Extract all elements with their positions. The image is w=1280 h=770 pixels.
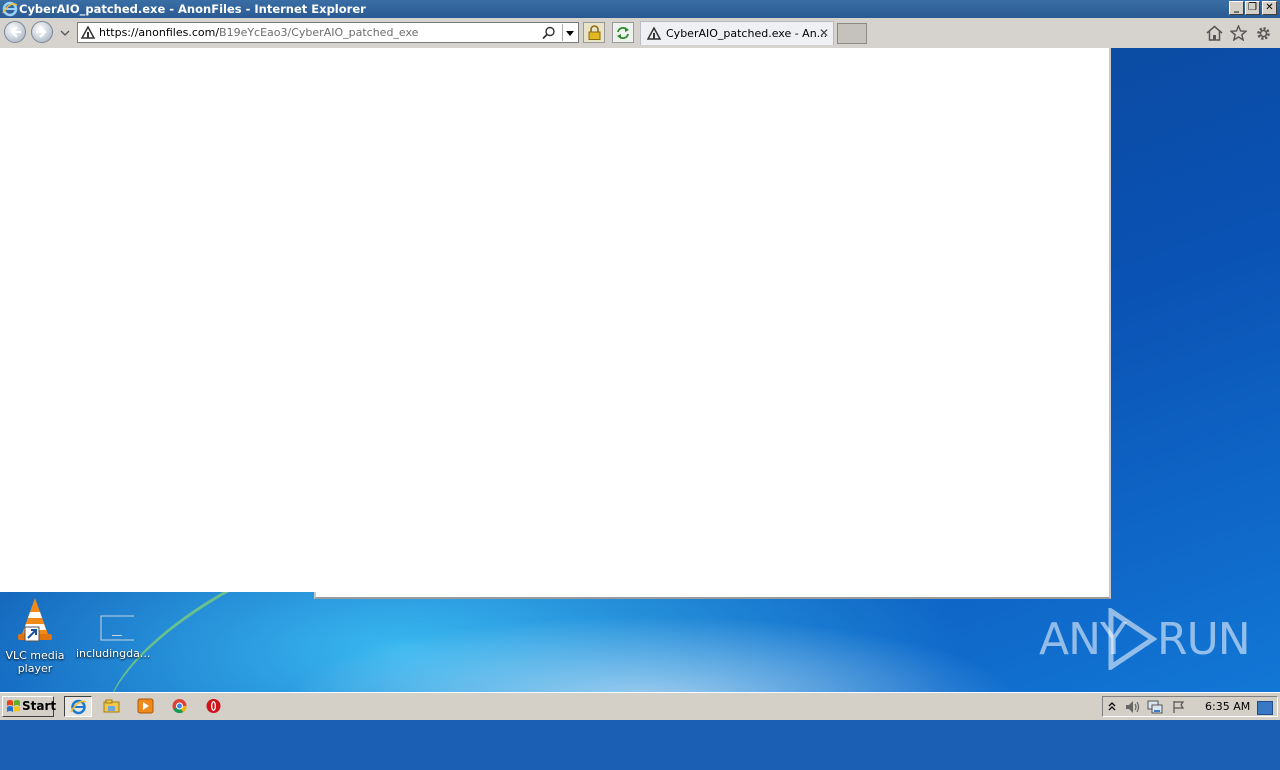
media-player-icon [137,698,154,714]
chrome-icon [172,699,187,714]
lock-icon [588,25,601,40]
anyrun-watermark: ANY RUN [1039,608,1251,670]
desktop-icon-vlc[interactable]: VLC media player [0,596,70,675]
recent-pages-chevron-icon[interactable] [60,29,70,37]
opera-icon [206,699,221,713]
back-button[interactable] [4,21,26,43]
taskbar-app-media-player[interactable] [132,696,160,717]
favorites-star-icon[interactable] [1230,25,1247,41]
taskbar-app-chrome[interactable] [166,696,194,717]
play-triangle-icon [1108,608,1157,670]
tab-label: CyberAIO_patched.exe - An... [666,27,828,40]
start-button[interactable]: Start [2,696,57,717]
action-center-flag-icon[interactable] [1171,700,1187,714]
browser-page-content[interactable] [0,48,1111,592]
system-tray: 6:35 AM [1102,696,1278,717]
url-host: https://anonfiles.com/ [99,26,220,39]
forward-icon [36,26,47,38]
desktop-icon-label: VLC media [5,649,65,662]
url-path: B19eYcEao3/CyberAIO_patched_exe [219,26,419,39]
show-desktop-button[interactable] [1257,701,1273,715]
restore-button[interactable]: ❐ [1245,1,1260,15]
minimize-button[interactable]: _ [1229,1,1244,15]
show-hidden-icons-chevron-icon[interactable] [1107,700,1117,712]
browser-page-bottom-edge [314,592,1111,599]
internet-explorer-window: CyberAIO_patched.exe - AnonFiles - Inter… [0,0,1280,48]
desktop-icon-file[interactable]: includingda... [76,612,151,660]
address-bar[interactable]: https://anonfiles.com/B19eYcEao3/CyberAI… [77,22,579,43]
start-label: Start [22,699,57,713]
site-icon [647,27,662,40]
taskbar-app-internet-explorer[interactable] [64,696,92,717]
clock[interactable]: 6:35 AM [1205,700,1250,713]
taskbar-app-file-explorer[interactable] [98,696,126,717]
file-thumbnail-icon [100,615,146,641]
tab-close-button[interactable]: ✕ [819,26,829,40]
internet-explorer-icon [70,699,87,715]
desktop-icon-label: includingda... [76,647,151,660]
chevron-down-icon [566,31,574,36]
address-dropdown-button[interactable] [562,24,577,41]
title-bar[interactable]: CyberAIO_patched.exe - AnonFiles - Inter… [0,0,1280,18]
browser-toolbar: https://anonfiles.com/B19eYcEao3/CyberAI… [0,18,1280,48]
watermark-run: RUN [1157,614,1251,665]
refresh-icon [617,27,629,39]
url-text[interactable]: https://anonfiles.com/B19eYcEao3/CyberAI… [99,26,418,39]
page-edge [1109,48,1111,592]
file-explorer-icon [103,699,120,713]
close-window-button[interactable]: ✕ [1262,1,1277,15]
windows-logo-icon [7,700,20,712]
site-icon [81,26,96,39]
new-tab-button[interactable] [837,23,867,44]
forward-button[interactable] [31,21,53,43]
refresh-button[interactable] [612,22,634,43]
search-icon[interactable] [542,26,556,40]
home-icon[interactable] [1206,25,1223,41]
taskbar: Start 6:35 AM [0,692,1280,720]
volume-icon[interactable] [1125,700,1141,714]
internet-explorer-icon [2,1,18,17]
desktop-icon-label: player [17,662,53,675]
back-icon [10,26,21,38]
tools-gear-icon[interactable] [1255,25,1272,42]
taskbar-app-opera[interactable] [200,696,228,717]
security-lock-button[interactable] [583,22,605,43]
tab-active[interactable]: CyberAIO_patched.exe - An... ✕ [640,21,834,45]
vlc-cone-icon [18,598,52,642]
network-icon[interactable] [1147,700,1163,714]
window-title: CyberAIO_patched.exe - AnonFiles - Inter… [19,2,366,16]
